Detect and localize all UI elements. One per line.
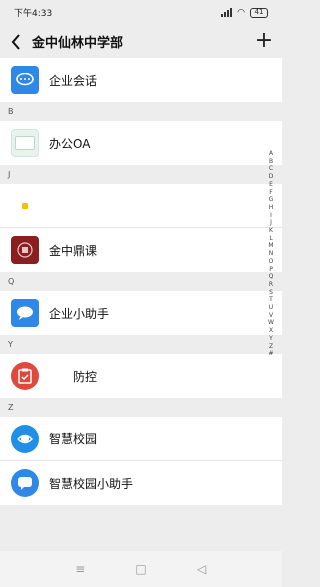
alphabet-letter[interactable]: P [269,266,273,274]
chevron-left-icon [11,33,20,50]
alphabet-letter[interactable]: F [269,189,272,197]
list-item-epidemic[interactable]: 防控 [0,354,282,398]
section-header-b: B [0,102,282,121]
home-nav-button[interactable]: □ [131,562,151,576]
section-header-y: Y [0,335,282,354]
item-label: 防控 [73,369,98,384]
alphabet-letter[interactable]: I [270,212,272,220]
alphabet-letter[interactable]: N [269,250,274,258]
item-label: 金中鼎课 [49,243,98,258]
menu-nav-button[interactable]: ≡ [70,562,90,576]
alphabet-letter[interactable]: U [269,304,273,312]
assistant-chat-icon [11,469,39,497]
list-item-office-oa[interactable]: 办公OA [0,121,282,165]
alphabet-letter[interactable]: H [269,204,274,212]
alphabet-letter[interactable]: O [269,258,274,266]
back-button[interactable] [8,32,24,52]
alphabet-letter[interactable]: L [269,235,272,243]
section-header-z: Z [0,398,282,417]
list-item-jinzhong-course[interactable]: 金中鼎课 [0,228,282,272]
section-header-q: Q [0,272,282,291]
add-button[interactable]: + [254,29,274,52]
battery-level: 41 [254,8,264,16]
alphabet-letter[interactable]: A [269,150,273,158]
alphabet-letter[interactable]: D [269,173,274,181]
alphabet-letter[interactable]: J [270,219,272,227]
alphabet-letter[interactable]: K [269,227,273,235]
contact-list: 企业会话 [0,58,282,102]
back-nav-button[interactable]: ◁ [192,562,212,576]
alphabet-letter[interactable]: T [269,296,273,304]
item-label: 智慧校园 [49,432,98,446]
app-icon [11,191,39,220]
alphabet-letter[interactable]: V [269,312,273,320]
wifi-icon: ◠ [237,7,245,18]
list-item-j[interactable] [0,184,282,228]
alphabet-letter[interactable]: C [269,165,273,173]
battery-icon: 41 [250,7,268,18]
alphabet-letter[interactable]: G [269,196,274,204]
alphabet-letter[interactable]: # [268,350,273,358]
course-app-icon [11,236,39,264]
item-label: 智慧校园小助手 [49,476,134,491]
alphabet-letter[interactable]: M [268,242,273,250]
alphabet-letter[interactable]: S [269,289,273,297]
alphabet-letter[interactable]: Y [269,335,273,343]
list-item-smart-campus[interactable]: 智慧校园 [0,417,282,461]
chat-icon [11,299,39,327]
status-icons: ◠ 41 [221,7,268,18]
system-nav-bar: ≡ □ ◁ [0,551,282,587]
alphabet-letter[interactable]: Q [269,273,274,281]
alphabet-letter[interactable]: B [269,158,273,166]
list-item-smart-assistant[interactable]: 智慧校园小助手 [0,461,282,505]
item-label: 企业小助手 [49,306,110,321]
alphabet-letter[interactable]: R [269,281,273,289]
chat-bubble-icon [11,66,39,94]
item-label: 办公OA [49,136,91,151]
alphabet-letter[interactable]: X [269,327,273,335]
item-label: 企业会话 [49,73,98,88]
list-item-enterprise-chat[interactable]: 企业会话 [0,58,282,102]
clipboard-icon [11,362,39,390]
time: 下午4:33 [14,9,53,19]
status-bar: 下午4:33 ◠ 41 [0,0,282,25]
alphabet-index[interactable]: A B C D E F G H I J K L M N O P Q R S T U V W X Y Z # [265,150,277,358]
alphabet-letter[interactable]: W [268,319,274,327]
alphabet-letter[interactable]: Z [269,343,273,351]
oa-app-icon [11,129,39,157]
alphabet-letter[interactable]: E [269,181,273,189]
section-header-j: J [0,165,282,184]
header: 金中仙林中学部 + [0,25,282,58]
signal-icon [221,8,233,17]
list-item-assistant[interactable]: 企业小助手 [0,291,282,335]
smart-campus-icon [11,424,39,453]
page-title: 金中仙林中学部 [32,36,124,51]
